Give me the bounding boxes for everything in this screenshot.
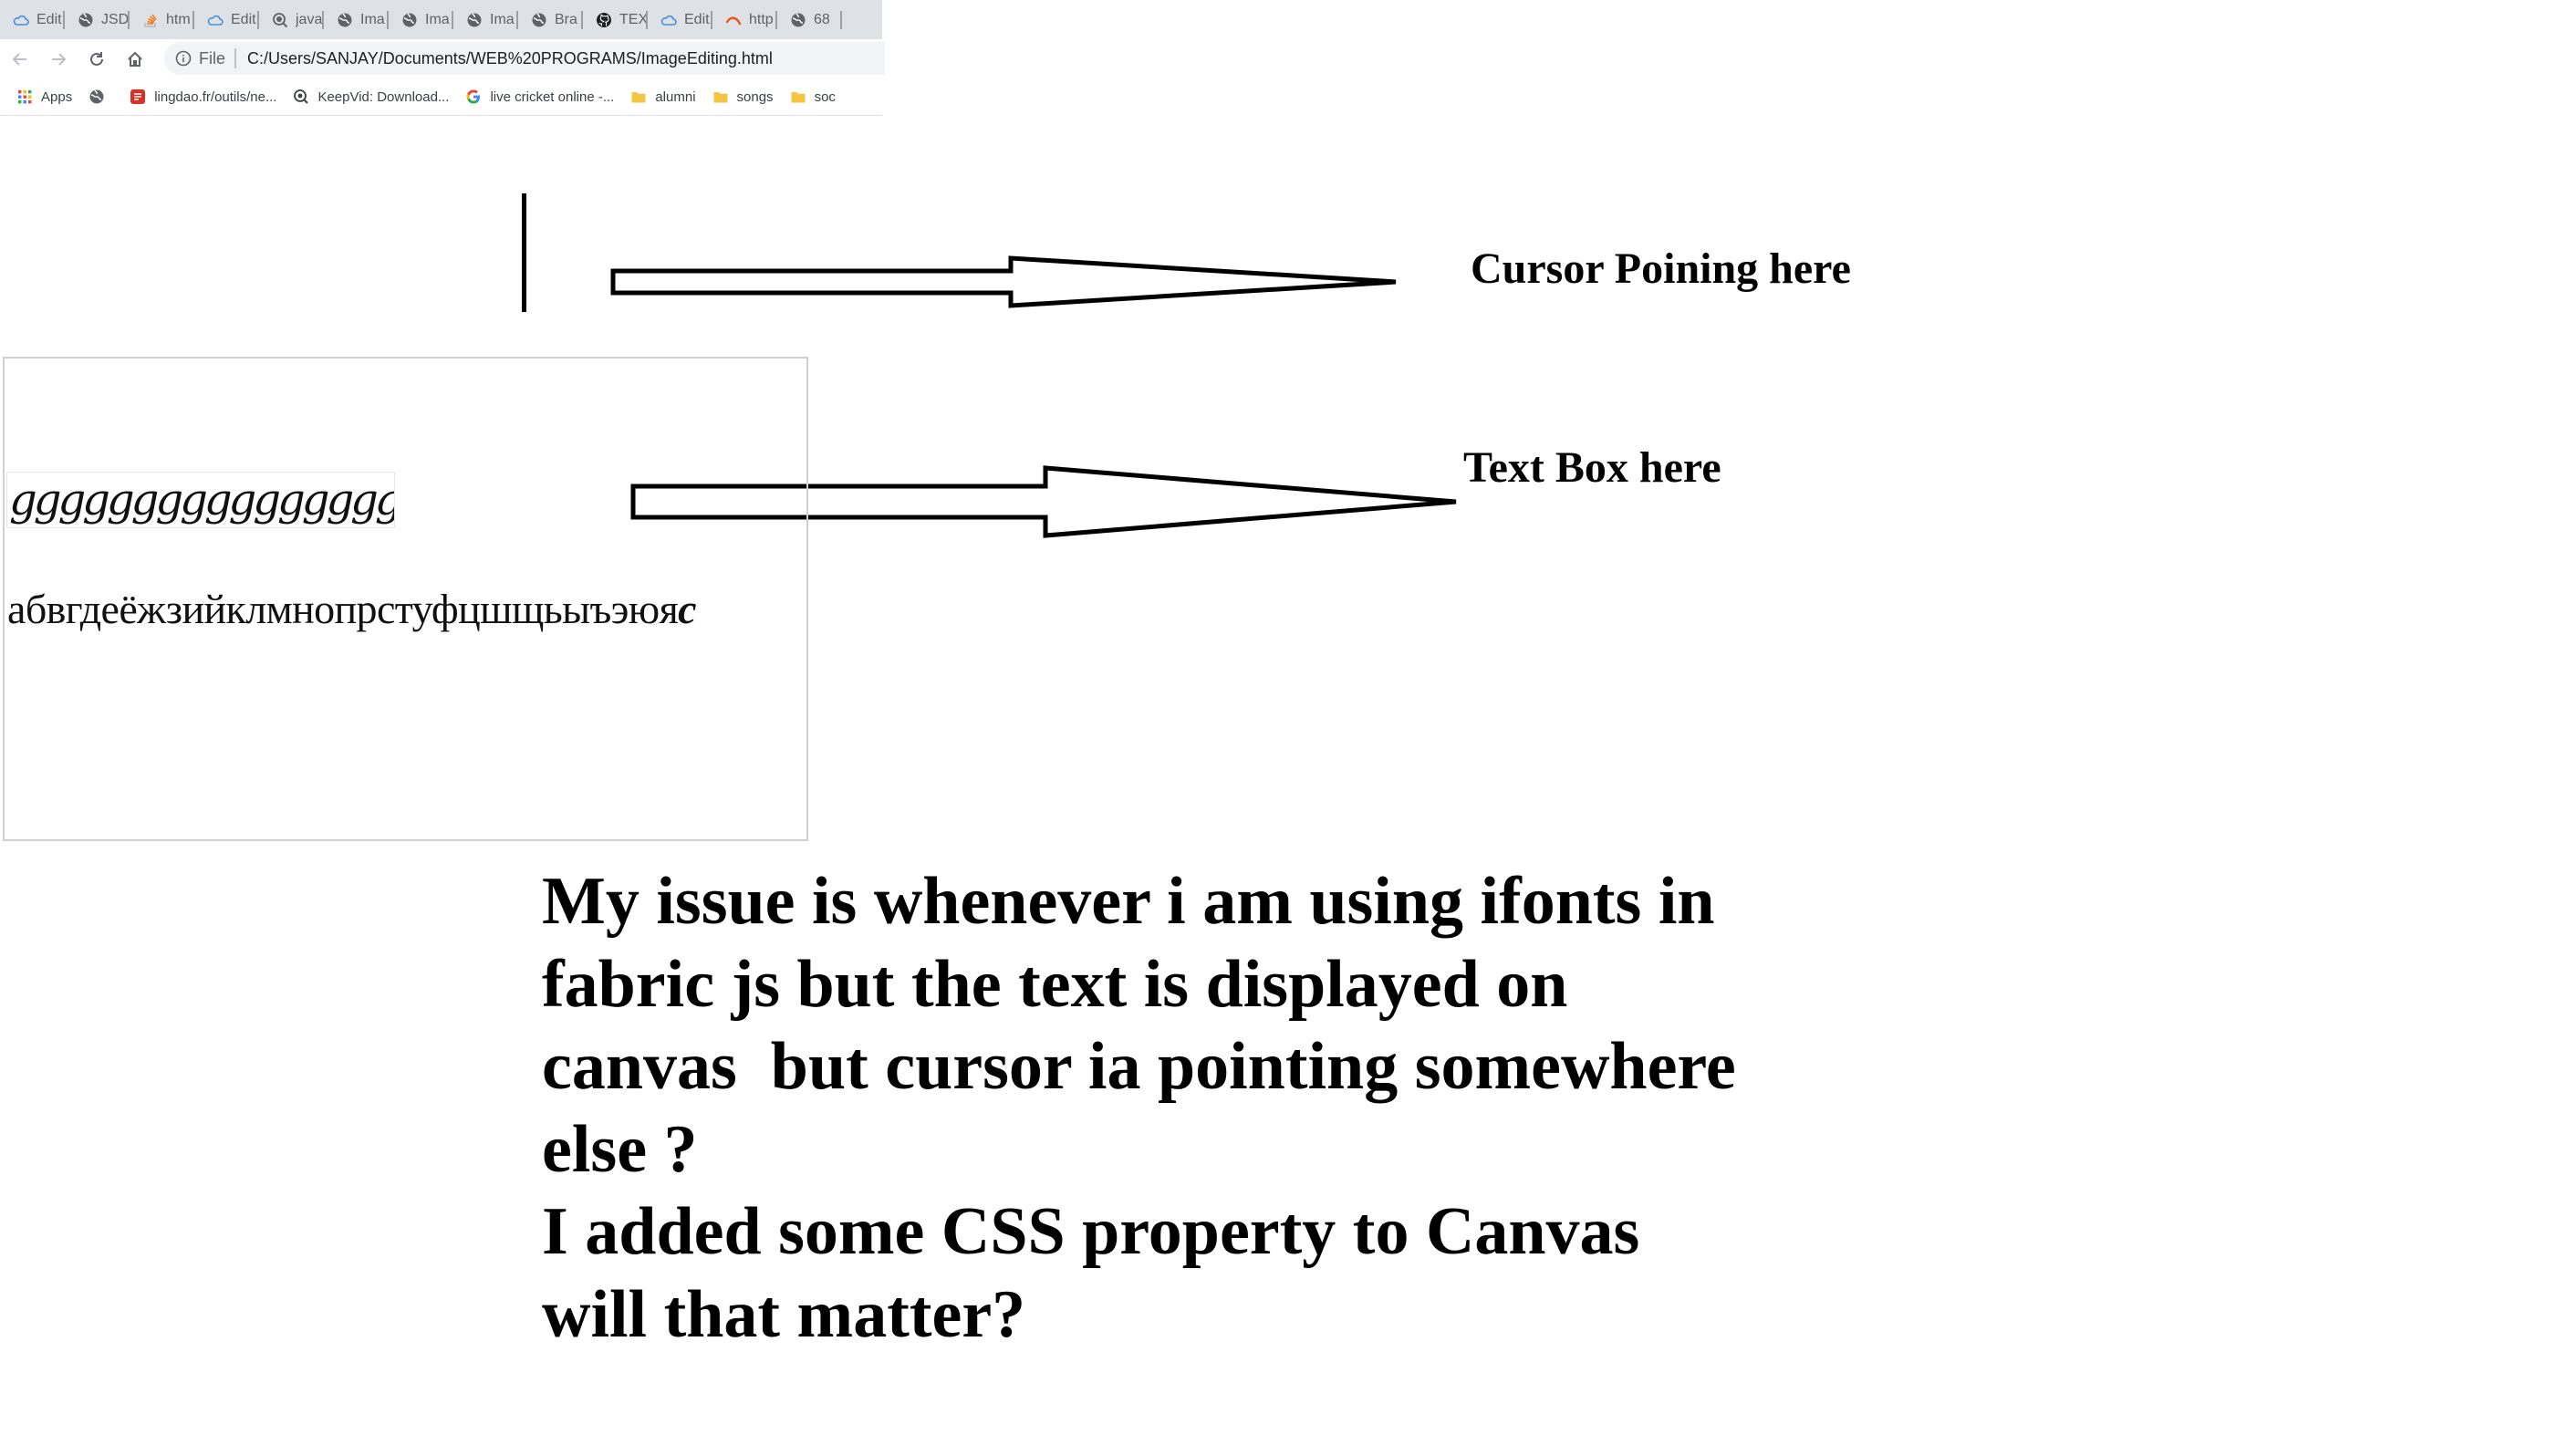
tab-title: Bra — [555, 11, 577, 27]
bookmark-label: KeepVid: Download... — [317, 88, 450, 105]
google-icon — [465, 88, 482, 105]
swoosh-icon — [725, 12, 742, 28]
browser-tab[interactable]: java — [259, 0, 324, 39]
question-text: My issue is whenever i am using ifonts i… — [542, 860, 1910, 1356]
browser-chrome: Edit JSD htm Edit java Ima Ima Ima Bra TEX Edit htt… — [0, 0, 885, 119]
globe-icon — [466, 12, 483, 28]
textbox-here-label: Text Box here — [1463, 443, 1721, 492]
bookmark-label: live cricket online -... — [490, 88, 615, 105]
globe-icon — [88, 88, 105, 105]
cyrillic-end-char: c — [678, 586, 696, 632]
tab-title: htm — [166, 11, 191, 27]
browser-toolbar: File C:/Users/SANJAY/Documents/WEB%20PRO… — [0, 39, 885, 78]
info-icon — [175, 50, 192, 67]
keepvid-icon — [293, 88, 309, 105]
tab-title: Ima — [490, 11, 515, 27]
bookmarks-bar: Apps lingdao.fr/outils/ne... KeepVid: Down… — [0, 78, 882, 116]
question-line: fabric js but the text is displayed on — [542, 946, 1568, 1022]
globe-icon — [531, 12, 547, 28]
stackoverflow-icon — [142, 12, 159, 28]
fabric-canvas[interactable]: ggggggggggggggggggc абвгдеёжзийклмнопрст… — [3, 357, 808, 841]
tab-strip: Edit JSD htm Edit java Ima Ima Ima Bra TEX Edit htt… — [0, 0, 882, 39]
browser-tab[interactable]: http — [712, 0, 777, 39]
bookmark-item[interactable]: alumni — [630, 88, 696, 105]
tab-title: TEX — [619, 11, 648, 27]
address-bar[interactable]: File C:/Users/SANJAY/Documents/WEB%20PRO… — [164, 42, 885, 75]
browser-tab[interactable]: Edit — [0, 0, 65, 39]
cloud-icon — [660, 12, 677, 28]
folder-icon — [630, 88, 647, 105]
browser-tab[interactable]: Edit — [648, 0, 712, 39]
tab-title: Edit — [36, 11, 62, 27]
forward-button[interactable] — [40, 41, 77, 78]
address-separator — [234, 48, 237, 68]
red-square-icon — [130, 88, 146, 105]
bookmark-item[interactable]: live cricket online -... — [465, 88, 614, 105]
bookmark-label: lingdao.fr/outils/ne... — [154, 88, 277, 105]
tab-title: JSD — [101, 11, 130, 27]
question-line: I added some CSS property to Canvas — [542, 1194, 1640, 1269]
tab-title: 68 — [814, 11, 830, 27]
browser-tab[interactable]: Ima — [453, 0, 518, 39]
text-cursor-caret — [522, 193, 526, 312]
tab-title: Edit — [684, 11, 710, 27]
browser-tab[interactable]: 68 — [777, 0, 842, 39]
back-button[interactable] — [2, 41, 38, 78]
bookmark-item[interactable]: lingdao.fr/outils/ne... — [130, 88, 276, 105]
browser-tab[interactable]: htm — [130, 0, 194, 39]
globe-icon — [790, 12, 806, 28]
cursor-pointing-label: Cursor Poining here — [1471, 244, 1851, 293]
browser-tab[interactable]: Ima — [324, 0, 389, 39]
home-icon — [128, 51, 142, 67]
reload-icon — [90, 51, 103, 66]
tab-title: java — [296, 11, 323, 27]
search-globe-icon — [272, 12, 288, 28]
browser-tab[interactable]: Bra — [518, 0, 583, 39]
itext-value: ggggggggggggggggggc — [9, 474, 395, 525]
url-text[interactable]: C:/Users/SANJAY/Documents/WEB%20PROGRAMS… — [247, 49, 773, 68]
bookmark-item[interactable]: songs — [712, 88, 774, 105]
bookmark-label: alumni — [655, 88, 696, 105]
tab-title: Ima — [360, 11, 385, 27]
globe-icon — [337, 12, 353, 28]
bookmark-item[interactable]: Apps — [16, 88, 72, 105]
browser-tab[interactable]: JSD — [65, 0, 130, 39]
cyrillic-text: абвгдеёжзийклмнопрстуфцшщьыъэюяc — [7, 584, 697, 635]
arrow-right-icon — [52, 52, 67, 66]
tab-title: Ima — [425, 11, 450, 27]
arrow-to-cursor-icon — [610, 255, 1397, 308]
cloud-icon — [13, 12, 29, 28]
bookmark-label: Apps — [41, 88, 73, 105]
browser-tab[interactable]: TEX — [583, 0, 648, 39]
globe-icon — [78, 12, 94, 28]
apps-grid-icon — [16, 88, 33, 105]
arrow-left-icon — [12, 52, 26, 66]
question-line: My issue is whenever i am using ifonts i… — [542, 864, 1715, 939]
question-line: else ? — [542, 1111, 698, 1187]
folder-icon — [790, 88, 806, 105]
tab-title: Edit — [231, 11, 256, 27]
home-button[interactable] — [117, 41, 153, 78]
itext-textbox[interactable]: ggggggggggggggggggc — [6, 472, 395, 528]
tab-title: http — [749, 11, 774, 27]
cyrillic-main-text: абвгдеёжзийклмнопрстуфцшщьыъэюя — [7, 586, 679, 632]
globe-icon — [401, 12, 418, 28]
browser-tab[interactable]: Ima — [389, 0, 453, 39]
folder-icon — [712, 88, 729, 105]
reload-button[interactable] — [78, 41, 115, 78]
question-line: will that matter? — [542, 1276, 1026, 1352]
question-line: canvas but cursor ia pointing somewhere — [542, 1029, 1736, 1104]
github-icon — [596, 12, 612, 28]
bookmark-item[interactable] — [88, 88, 113, 105]
bookmark-label: songs — [736, 88, 774, 105]
browser-tab[interactable]: Edit — [194, 0, 259, 39]
bookmark-item[interactable]: soc — [790, 88, 836, 105]
bookmark-label: soc — [814, 88, 836, 105]
cloud-icon — [207, 12, 224, 28]
bookmark-item[interactable]: KeepVid: Download... — [293, 88, 449, 105]
scheme-label: File — [199, 48, 226, 68]
